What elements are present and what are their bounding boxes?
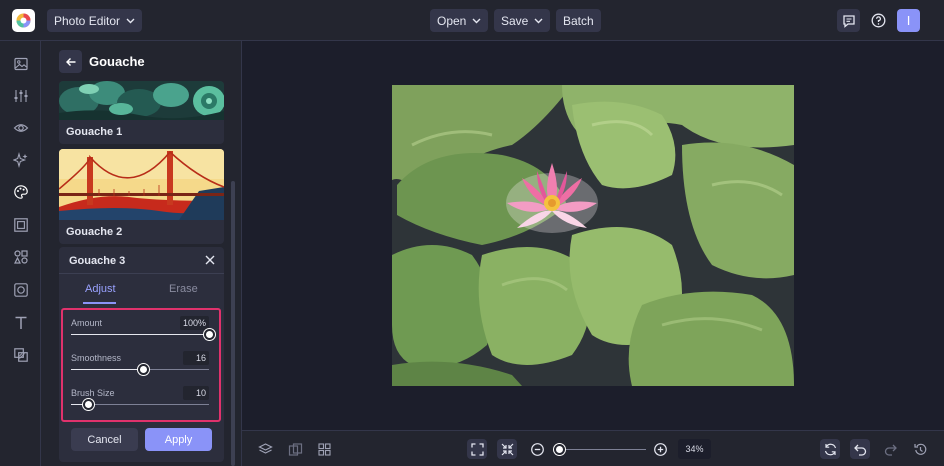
overlay-icon[interactable] [12, 346, 29, 363]
tab-adjust[interactable]: Adjust [85, 283, 116, 295]
comments-button[interactable] [837, 9, 860, 32]
thumbnail-label: Gouache 2 [66, 226, 123, 238]
tool-rail [0, 41, 41, 466]
batch-label: Batch [563, 13, 594, 28]
history-icon [913, 443, 926, 455]
top-bar: Photo Editor Open Save Batch I [0, 0, 944, 41]
help-icon [871, 13, 886, 28]
chevron-down-icon [126, 18, 135, 23]
compare-button[interactable] [285, 439, 305, 459]
history-button[interactable] [910, 439, 930, 459]
slider-value-field[interactable]: 10 [183, 386, 209, 400]
zoom-in-icon [653, 442, 667, 456]
slider-fill [71, 369, 143, 370]
slider-label: Brush Size [71, 388, 115, 398]
tab-erase[interactable]: Erase [169, 283, 198, 295]
effect-settings-header: Gouache 3 [59, 247, 224, 274]
batch-button[interactable]: Batch [556, 9, 601, 32]
zoom-out-button[interactable] [527, 439, 547, 459]
zoom-in-button[interactable] [650, 439, 670, 459]
bottom-toolbar: 34% [242, 430, 944, 466]
active-tab-indicator [83, 302, 116, 304]
edited-photo[interactable] [392, 85, 794, 386]
thumbnail-label: Gouache 1 [66, 126, 123, 138]
undo-icon [853, 444, 866, 456]
expand-icon [470, 442, 484, 456]
grid-icon [317, 442, 331, 456]
user-avatar[interactable]: I [897, 9, 920, 32]
image-icon[interactable] [12, 55, 29, 72]
frame-icon[interactable] [12, 216, 29, 233]
app-menu-label: Photo Editor [54, 13, 121, 28]
panel-header: Gouache [41, 41, 241, 81]
zoom-out-icon [530, 442, 544, 456]
effect-settings-card: Gouache 3 Adjust Erase Amount 100% Smoot… [59, 247, 224, 462]
panel-title: Gouache [89, 54, 145, 69]
app-menu-button[interactable]: Photo Editor [47, 9, 143, 32]
redo-icon [884, 444, 897, 456]
grid-view-button[interactable] [314, 439, 334, 459]
back-button[interactable] [59, 50, 82, 73]
arrow-left-icon [65, 57, 75, 66]
zoom-slider-handle[interactable] [554, 444, 565, 455]
chevron-down-icon [472, 18, 481, 23]
undo-button[interactable] [850, 439, 870, 459]
effect-thumbnail-gouache-1[interactable]: Gouache 1 [59, 81, 224, 144]
apply-button[interactable]: Apply [145, 428, 212, 451]
zoom-level[interactable]: 34% [678, 439, 711, 459]
befunky-logo[interactable] [12, 9, 35, 32]
compare-icon [288, 442, 302, 456]
palette-icon[interactable] [12, 183, 29, 200]
layers-icon [257, 442, 273, 454]
slider-value-field[interactable]: 100% [179, 316, 209, 330]
effect-thumbnail-gouache-2[interactable]: Gouache 2 [59, 149, 224, 244]
actual-size-button[interactable] [497, 439, 517, 459]
slider-fill [71, 334, 209, 335]
slider-handle[interactable] [204, 329, 215, 340]
panel-scrollbar[interactable] [231, 181, 235, 466]
slider-label: Amount [71, 318, 103, 328]
refresh-icon [824, 443, 836, 455]
save-button[interactable]: Save [494, 9, 551, 32]
layers-button[interactable] [255, 439, 275, 459]
shrink-icon [501, 443, 513, 455]
open-button[interactable]: Open [430, 9, 489, 32]
adjust-sliders-icon[interactable] [12, 87, 29, 104]
text-icon[interactable] [12, 314, 29, 331]
open-label: Open [437, 13, 467, 28]
bridge-preview-image [59, 149, 224, 220]
help-button[interactable] [867, 9, 890, 32]
slider-value-field[interactable]: 16 [183, 351, 209, 365]
effects-panel: Gouache Gouache 1 Gouache 2 Gouache 3 Ad… [41, 41, 242, 466]
slider-label: Smoothness [71, 353, 122, 363]
chat-icon [842, 14, 855, 28]
save-label: Save [501, 13, 529, 28]
cancel-button[interactable]: Cancel [71, 428, 138, 451]
slider-handle[interactable] [138, 364, 149, 375]
graphics-icon[interactable] [12, 248, 29, 265]
chevron-down-icon [534, 18, 543, 23]
redo-button[interactable] [880, 439, 900, 459]
succulent-preview-image [59, 81, 224, 120]
eye-icon[interactable] [12, 119, 29, 136]
rotate-button[interactable] [820, 439, 840, 459]
zoom-slider-track[interactable] [560, 449, 646, 450]
close-icon[interactable] [204, 254, 216, 266]
sparkle-effects-icon[interactable] [12, 151, 29, 168]
slider-handle[interactable] [83, 399, 94, 410]
effect-settings-title: Gouache 3 [69, 255, 126, 267]
fit-to-screen-button[interactable] [467, 439, 487, 459]
texture-icon[interactable] [12, 281, 29, 298]
